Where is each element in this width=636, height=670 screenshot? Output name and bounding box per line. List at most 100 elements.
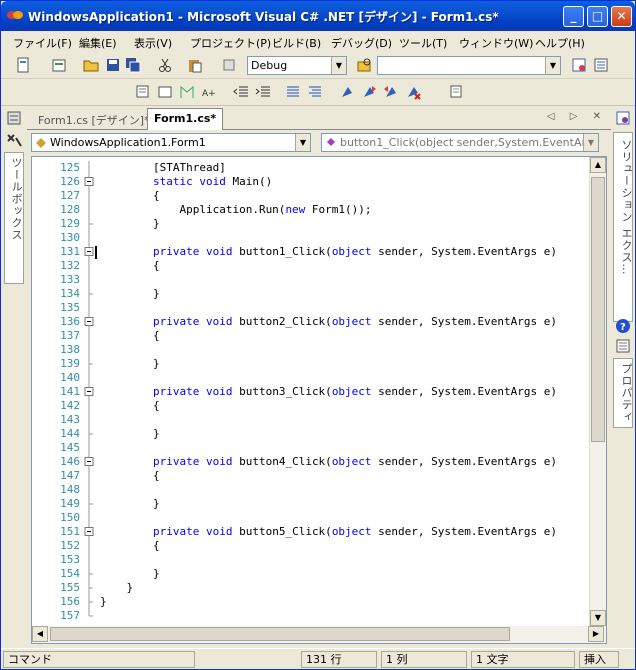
comment-out-icon[interactable] — [285, 84, 301, 100]
code-text[interactable]: { — [100, 189, 160, 203]
code-text[interactable]: } — [100, 217, 160, 231]
code-line[interactable]: 127 { — [32, 189, 592, 203]
code-text[interactable]: } — [100, 287, 160, 301]
code-line[interactable]: 125 [STAThread] — [32, 161, 592, 175]
code-text-area[interactable]: 125 [STAThread] 126 static void Main() 127… — [31, 156, 607, 644]
tab-form1-design[interactable]: Form1.cs [デザイン]* — [33, 109, 155, 130]
code-line[interactable]: 149 } — [32, 497, 592, 511]
maximize-button[interactable]: □ — [587, 6, 608, 27]
toolbox-tab[interactable]: ツールボックス — [4, 152, 24, 284]
title-bar[interactable]: WindowsApplication1 - Microsoft Visual C… — [1, 1, 635, 31]
code-text[interactable]: private void button4_Click(object sender… — [100, 455, 557, 469]
paste-icon[interactable] — [187, 57, 203, 73]
code-text[interactable]: { — [100, 259, 160, 273]
menu-tools[interactable]: ツール(T) — [399, 35, 447, 51]
clear-bookmarks-icon[interactable] — [405, 84, 421, 100]
code-line[interactable]: 146 private void button4_Click(object se… — [32, 455, 592, 469]
code-line[interactable]: 151 private void button5_Click(object se… — [32, 525, 592, 539]
collapse-icon[interactable] — [84, 315, 94, 329]
horizontal-scroll-thumb[interactable] — [50, 627, 510, 641]
code-text[interactable]: private void button1_Click(object sender… — [100, 245, 557, 259]
vertical-scrollbar[interactable]: ▲ ▼ — [589, 157, 606, 627]
menu-view[interactable]: 表示(V) — [134, 35, 172, 51]
code-line[interactable]: 135 — [32, 301, 592, 315]
menu-build[interactable]: ビルド(B) — [272, 35, 321, 51]
collapse-icon[interactable] — [84, 455, 94, 469]
member-combo[interactable]: button1_Click(object sender,System.Event… — [321, 133, 599, 152]
code-line[interactable]: 126 static void Main() — [32, 175, 592, 189]
code-line[interactable]: 133 — [32, 273, 592, 287]
chevron-down-icon[interactable]: ▼ — [331, 57, 346, 74]
code-line[interactable]: 148 — [32, 483, 592, 497]
code-text[interactable]: } — [100, 497, 160, 511]
scroll-down-button[interactable]: ▼ — [590, 610, 606, 626]
code-line[interactable]: 152 { — [32, 539, 592, 553]
quick-info-icon[interactable] — [179, 84, 195, 100]
collapse-icon[interactable] — [84, 245, 94, 259]
code-line[interactable]: 137 { — [32, 329, 592, 343]
code-text[interactable]: } — [100, 427, 160, 441]
solution-config-combo[interactable]: Debug ▼ — [247, 56, 347, 75]
menu-window[interactable]: ウィンドウ(W) — [459, 35, 533, 51]
properties-icon[interactable] — [615, 338, 631, 354]
close-button[interactable]: ✕ — [611, 6, 632, 27]
open-file-icon[interactable] — [83, 57, 99, 73]
code-text[interactable]: [STAThread] — [100, 161, 226, 175]
code-line[interactable]: 130 — [32, 231, 592, 245]
collapse-icon[interactable] — [84, 385, 94, 399]
code-text[interactable]: { — [100, 469, 160, 483]
code-text[interactable]: { — [100, 399, 160, 413]
object-members-icon[interactable] — [135, 84, 151, 100]
code-text[interactable]: static void Main() — [100, 175, 272, 189]
solution-explorer-icon[interactable] — [571, 57, 587, 73]
code-line[interactable]: 132 { — [32, 259, 592, 273]
code-line[interactable]: 153 — [32, 553, 592, 567]
next-bookmark-icon[interactable] — [361, 84, 377, 100]
horizontal-scrollbar[interactable]: ◀ ▶ — [32, 626, 606, 643]
vertical-scroll-thumb[interactable] — [591, 177, 605, 442]
previous-bookmark-icon[interactable] — [383, 84, 399, 100]
scroll-right-button[interactable]: ▶ — [588, 626, 604, 642]
code-text[interactable]: Application.Run(new Form1()); — [100, 203, 371, 217]
code-line[interactable]: 150 — [32, 511, 592, 525]
find-in-files-icon[interactable] — [356, 57, 372, 73]
toolbar-options-icon[interactable] — [449, 84, 465, 100]
code-text[interactable]: } — [100, 595, 107, 609]
code-line[interactable]: 141 private void button3_Click(object se… — [32, 385, 592, 399]
code-lines[interactable]: 125 [STAThread] 126 static void Main() 127… — [32, 161, 592, 623]
code-line[interactable]: 157 — [32, 609, 592, 623]
code-line[interactable]: 143 — [32, 413, 592, 427]
code-line[interactable]: 134 } — [32, 287, 592, 301]
toolbox-icon[interactable] — [6, 132, 22, 148]
code-line[interactable]: 155 } — [32, 581, 592, 595]
decrease-indent-icon[interactable] — [233, 84, 249, 100]
toggle-bookmark-icon[interactable] — [339, 84, 355, 100]
code-text[interactable]: } — [100, 581, 133, 595]
properties-tab[interactable]: プロパティ — [613, 358, 633, 428]
code-line[interactable]: 136 private void button2_Click(object se… — [32, 315, 592, 329]
tab-scroll-controls[interactable]: ◁ ▷ ✕ — [547, 111, 607, 122]
code-line[interactable]: 139 } — [32, 357, 592, 371]
solution-explorer-tab[interactable]: ソリューション エクス… — [613, 132, 633, 322]
save-icon[interactable] — [105, 57, 121, 73]
collapse-icon[interactable] — [84, 525, 94, 539]
menu-edit[interactable]: 編集(E) — [79, 35, 117, 51]
help-icon[interactable]: ? — [615, 318, 631, 334]
class-combo[interactable]: WindowsApplication1.Form1 ▼ — [31, 133, 311, 152]
scroll-left-button[interactable]: ◀ — [32, 626, 48, 642]
code-line[interactable]: 144 } — [32, 427, 592, 441]
chevron-down-icon[interactable]: ▼ — [545, 57, 560, 74]
uncomment-icon[interactable] — [307, 84, 323, 100]
code-line[interactable]: 156} — [32, 595, 592, 609]
new-project-icon[interactable] — [15, 57, 31, 73]
increase-indent-icon[interactable] — [255, 84, 271, 100]
code-text[interactable]: { — [100, 539, 160, 553]
code-line[interactable]: 154 } — [32, 567, 592, 581]
menu-debug[interactable]: デバッグ(D) — [331, 35, 392, 51]
code-line[interactable]: 131 private void button1_Click(object se… — [32, 245, 592, 259]
code-line[interactable]: 145 — [32, 441, 592, 455]
chevron-down-icon[interactable]: ▼ — [583, 134, 598, 151]
solution-explorer-icon[interactable] — [615, 110, 631, 126]
code-text[interactable]: } — [100, 357, 160, 371]
code-line[interactable]: 128 Application.Run(new Form1()); — [32, 203, 592, 217]
